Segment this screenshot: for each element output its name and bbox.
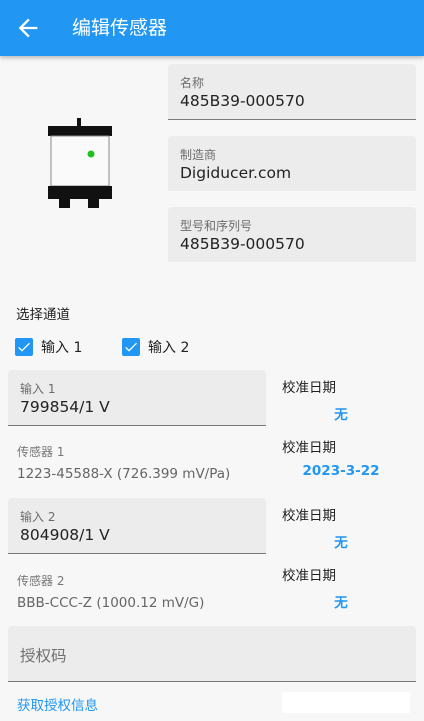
calibration-date-label: 校准日期 [282, 568, 336, 584]
channel-1-checkbox[interactable]: 输入 1 [15, 337, 82, 357]
sensor-2-calibration: 校准日期 无 [282, 564, 400, 611]
input-2-value: 804908/1 V [20, 526, 110, 544]
sensor-name-value: 485B39-000570 [180, 92, 305, 110]
calibration-date-label: 校准日期 [282, 380, 336, 396]
sensor-name-field[interactable]: 名称 485B39-000570 [168, 64, 416, 120]
input-1-calibration: 校准日期 无 [282, 376, 400, 423]
model-serial-value: 485B39-000570 [180, 235, 305, 253]
app-bar: 编辑传感器 [0, 0, 424, 56]
sensor-1-info: 传感器 1 1223-45588-X (726.399 mV/Pa) [17, 443, 230, 482]
model-serial-label: 型号和序列号 [180, 219, 253, 233]
input-2-field[interactable]: 输入 2 804908/1 V [8, 498, 266, 554]
calibration-date-label: 校准日期 [282, 440, 336, 456]
manufacturer-value: Digiducer.com [180, 164, 292, 182]
calibration-date-label: 校准日期 [282, 508, 336, 524]
sensor-2-label: 传感器 2 [17, 574, 65, 588]
input-1-field[interactable]: 输入 1 799854/1 V [8, 370, 266, 426]
input-1-value: 799854/1 V [20, 398, 110, 416]
blank-panel [282, 692, 410, 713]
channel-2-checkbox[interactable]: 输入 2 [122, 337, 189, 357]
sensor-device-icon [46, 118, 114, 212]
channel-2-checkbox-label: 输入 2 [148, 340, 190, 356]
input-2-label: 输入 2 [20, 510, 56, 524]
auth-code-placeholder: 授权码 [20, 647, 67, 665]
sensor-name-label: 名称 [180, 76, 205, 90]
manufacturer-field: 制造商 Digiducer.com [168, 136, 416, 191]
select-channel-label: 选择通道 [16, 307, 70, 323]
auth-code-input[interactable]: 授权码 [8, 626, 416, 682]
arrow-left-icon[interactable] [14, 14, 42, 42]
channel-1-checkbox-label: 输入 1 [41, 340, 83, 356]
checkbox-checked-icon [122, 338, 140, 356]
sensor-1-label: 传感器 1 [17, 445, 65, 459]
page-title: 编辑传感器 [72, 17, 168, 39]
get-auth-info-link[interactable]: 获取授权信息 [17, 694, 98, 714]
calibration-date-value: 无 [334, 407, 348, 423]
calibration-date-value: 无 [334, 535, 348, 551]
input-1-label: 输入 1 [20, 382, 56, 396]
sensor-1-calibration: 校准日期 2023-3-22 [282, 436, 400, 479]
sensor-2-info: 传感器 2 BBB-CCC-Z (1000.12 mV/G) [17, 572, 204, 611]
model-serial-field: 型号和序列号 485B39-000570 [168, 207, 416, 262]
sensor-2-value: BBB-CCC-Z (1000.12 mV/G) [17, 595, 205, 611]
input-2-calibration: 校准日期 无 [282, 504, 400, 551]
calibration-date-value: 2023-3-22 [302, 463, 380, 479]
calibration-date-value: 无 [334, 595, 348, 611]
checkbox-checked-icon [15, 338, 33, 356]
sensor-1-value: 1223-45588-X (726.399 mV/Pa) [17, 466, 231, 482]
manufacturer-label: 制造商 [180, 148, 217, 162]
